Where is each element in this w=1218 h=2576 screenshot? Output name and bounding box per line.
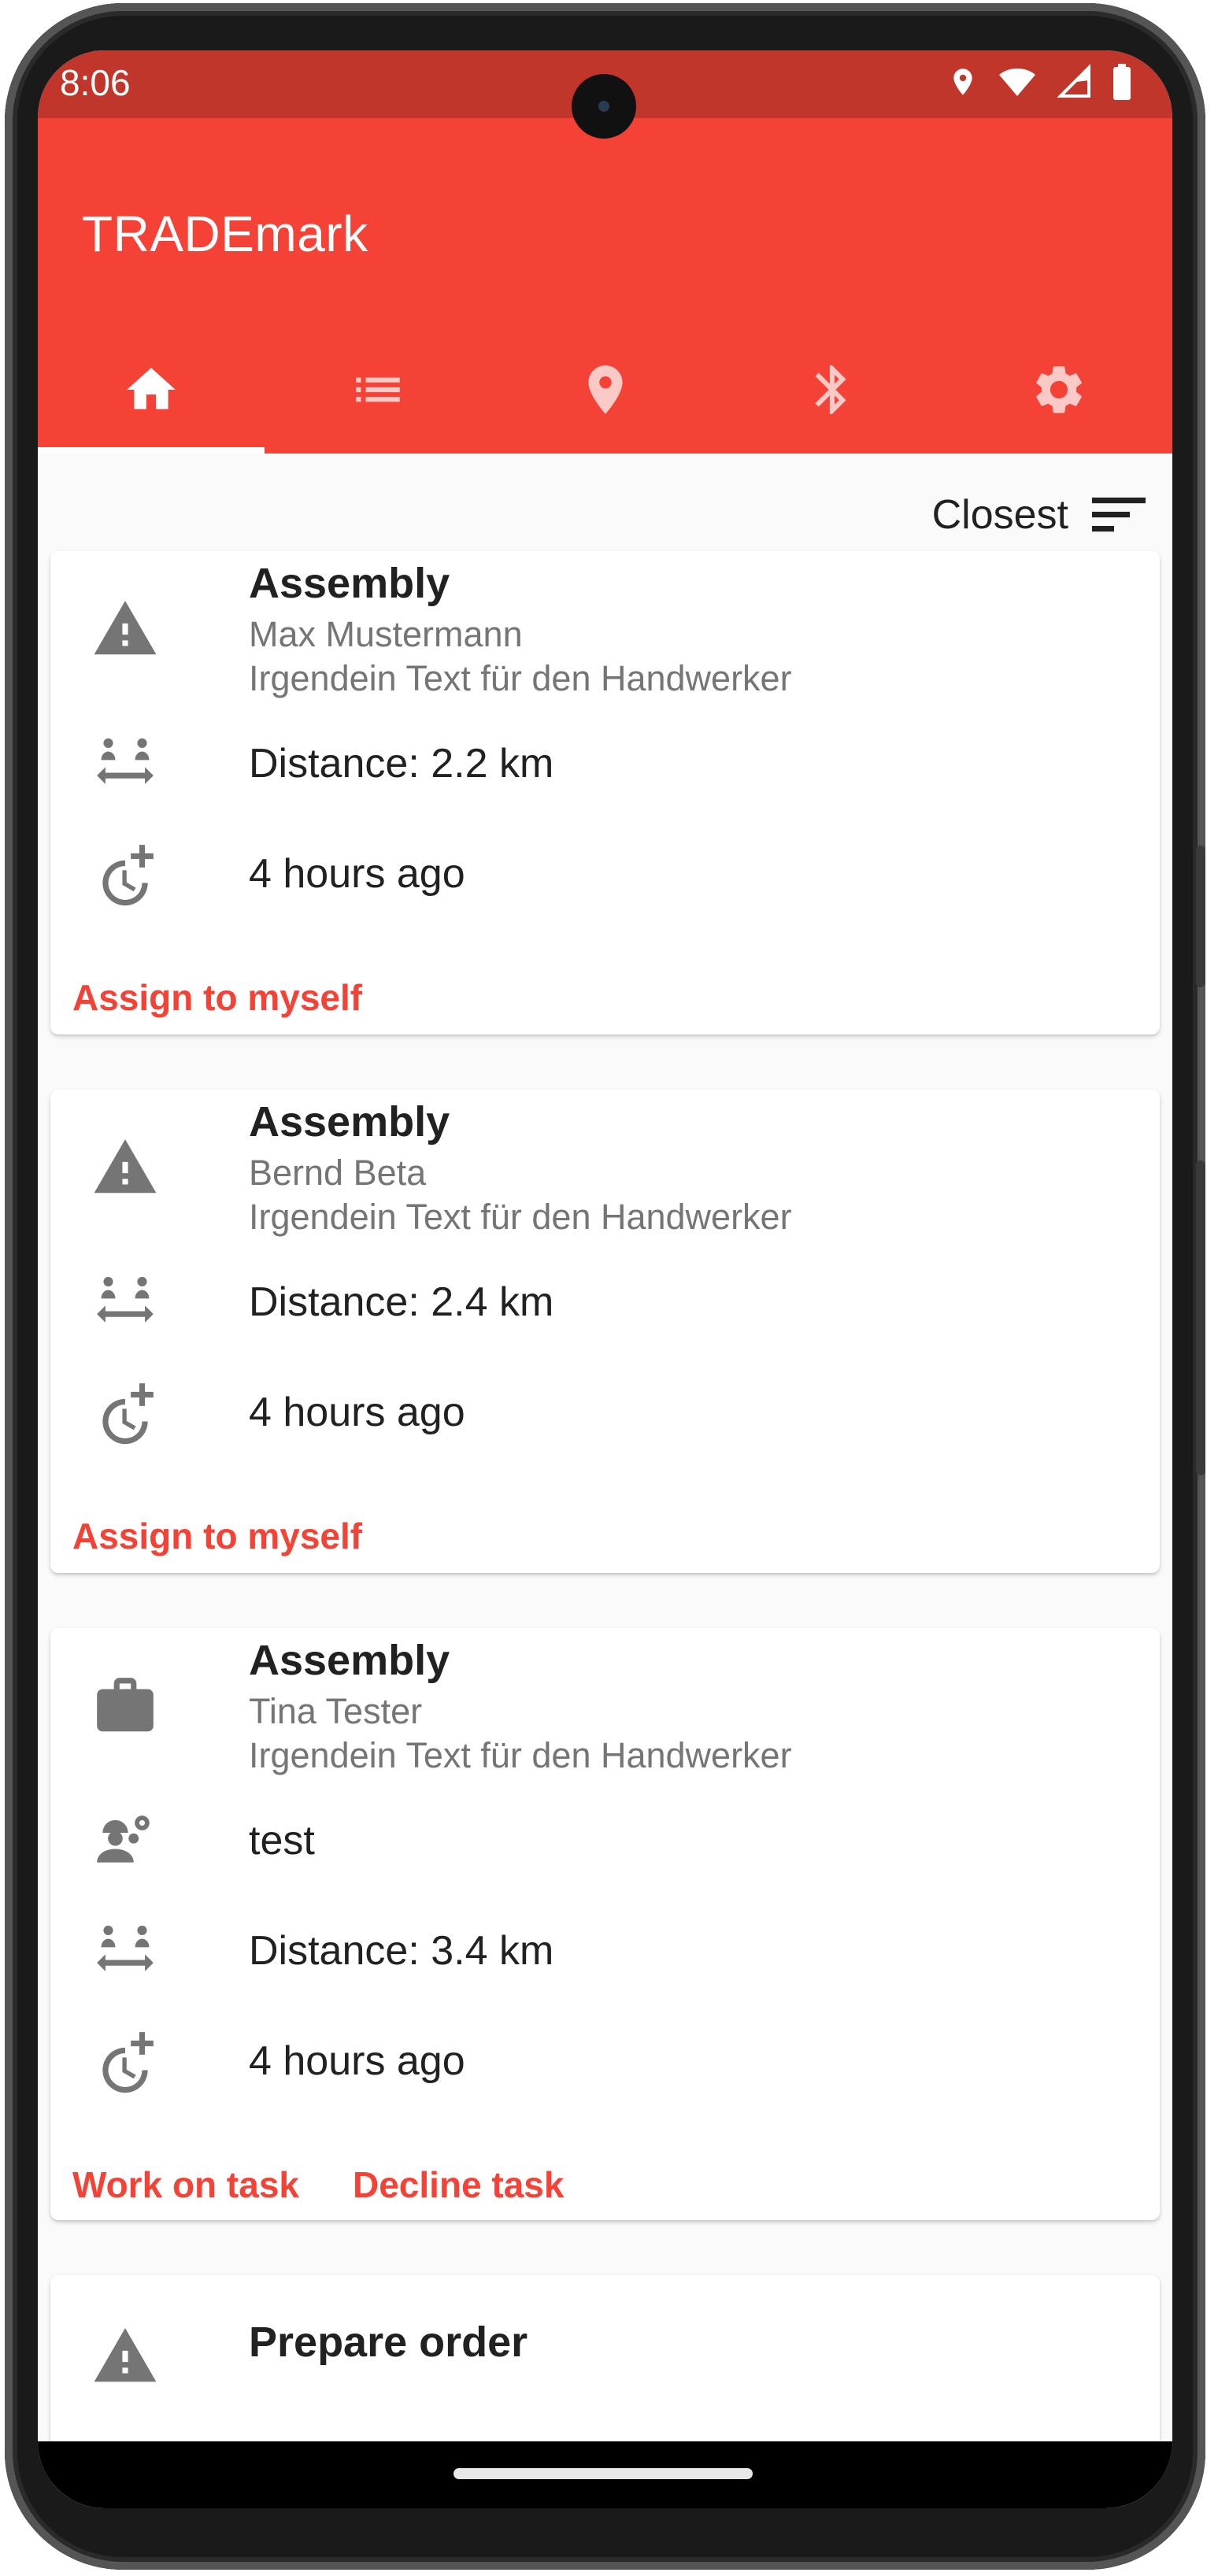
app-title: TRADEmark: [82, 205, 368, 262]
task-title: Assembly: [249, 560, 450, 607]
distance-row: Distance: 2.2 km: [50, 729, 1160, 808]
briefcase-icon: [91, 1672, 159, 1740]
task-card[interactable]: Assembly Max Mustermann Irgendein Text f…: [50, 551, 1160, 1034]
task-time: 4 hours ago: [249, 2038, 465, 2084]
location-icon: [953, 68, 972, 95]
tab-list[interactable]: [265, 326, 491, 453]
map-pin-icon: [587, 365, 623, 414]
tab-home[interactable]: [38, 326, 265, 453]
task-description: Irgendein Text für den Handwerker: [249, 1197, 792, 1237]
app-bar: TRADEmark: [38, 118, 1172, 453]
sort-control[interactable]: Closest: [932, 491, 1146, 539]
distance-row: Distance: 3.4 km: [50, 1916, 1160, 1995]
front-camera: [572, 74, 636, 139]
task-description: Irgendein Text für den Handwerker: [249, 1735, 792, 1775]
status-icons: [947, 63, 1133, 101]
navigation-bar: [38, 2441, 1172, 2508]
distance-icon: [91, 1268, 159, 1335]
list-icon: [356, 377, 401, 402]
task-customer: Max Mustermann: [249, 614, 523, 654]
clock-plus-icon: [91, 839, 159, 907]
decline-task-button[interactable]: Decline task: [353, 2163, 564, 2206]
task-distance: Distance: 3.4 km: [249, 1928, 554, 1974]
signal-icon: [1057, 64, 1090, 98]
distance-row: Distance: 2.4 km: [50, 1268, 1160, 1346]
task-customer: Tina Tester: [249, 1691, 423, 1731]
task-time: 4 hours ago: [249, 851, 465, 897]
power-button: [1196, 1160, 1205, 1475]
task-distance: Distance: 2.4 km: [249, 1279, 554, 1325]
task-customer: Bernd Beta: [249, 1153, 427, 1193]
wifi-icon: [999, 68, 1035, 96]
task-title: Assembly: [249, 1098, 450, 1146]
warning-icon: [91, 1134, 159, 1201]
sort-icon: [1092, 498, 1146, 532]
tab-bluetooth[interactable]: [719, 326, 946, 453]
tab-settings[interactable]: [946, 326, 1172, 453]
home-icon: [127, 368, 176, 409]
warning-icon: [91, 2322, 159, 2390]
task-title: Prepare order: [249, 2319, 528, 2366]
gear-icon: [1036, 366, 1082, 413]
tab-bar: [38, 326, 1172, 453]
worker-gear-icon: [91, 1806, 159, 1874]
task-distance: Distance: 2.2 km: [249, 741, 554, 786]
tab-map[interactable]: [491, 326, 718, 453]
distance-icon: [91, 1916, 159, 1984]
distance-icon: [91, 729, 159, 797]
time-row: 4 hours ago: [50, 2026, 1160, 2105]
time-row: 4 hours ago: [50, 839, 1160, 918]
warning-icon: [91, 595, 159, 663]
task-time: 4 hours ago: [249, 1390, 465, 1435]
task-title: Assembly: [249, 1637, 450, 1684]
clock-plus-icon: [91, 2026, 159, 2094]
work-on-task-button[interactable]: Work on task: [72, 2163, 299, 2206]
volume-button: [1196, 846, 1205, 987]
time-row: 4 hours ago: [50, 1378, 1160, 1456]
task-card[interactable]: Assembly Bernd Beta Irgendein Text für d…: [50, 1090, 1160, 1573]
assign-to-myself-button[interactable]: Assign to myself: [72, 976, 362, 1019]
status-time: 8:06: [60, 62, 131, 103]
task-worker: test: [249, 1818, 315, 1864]
home-gesture-handle[interactable]: [454, 2468, 753, 2479]
clock-plus-icon: [91, 1378, 159, 1445]
bluetooth-icon: [815, 365, 846, 414]
battery-icon: [1113, 64, 1131, 100]
screen: 8:06 TRADEmark Closest Assembly Max Must…: [38, 50, 1172, 2508]
sort-label: Closest: [931, 492, 1068, 538]
task-card[interactable]: Assembly Tina Tester Irgendein Text für …: [50, 1628, 1160, 2220]
assign-to-myself-button[interactable]: Assign to myself: [72, 1515, 362, 1557]
worker-row: test: [50, 1806, 1160, 1885]
task-description: Irgendein Text für den Handwerker: [249, 658, 792, 698]
